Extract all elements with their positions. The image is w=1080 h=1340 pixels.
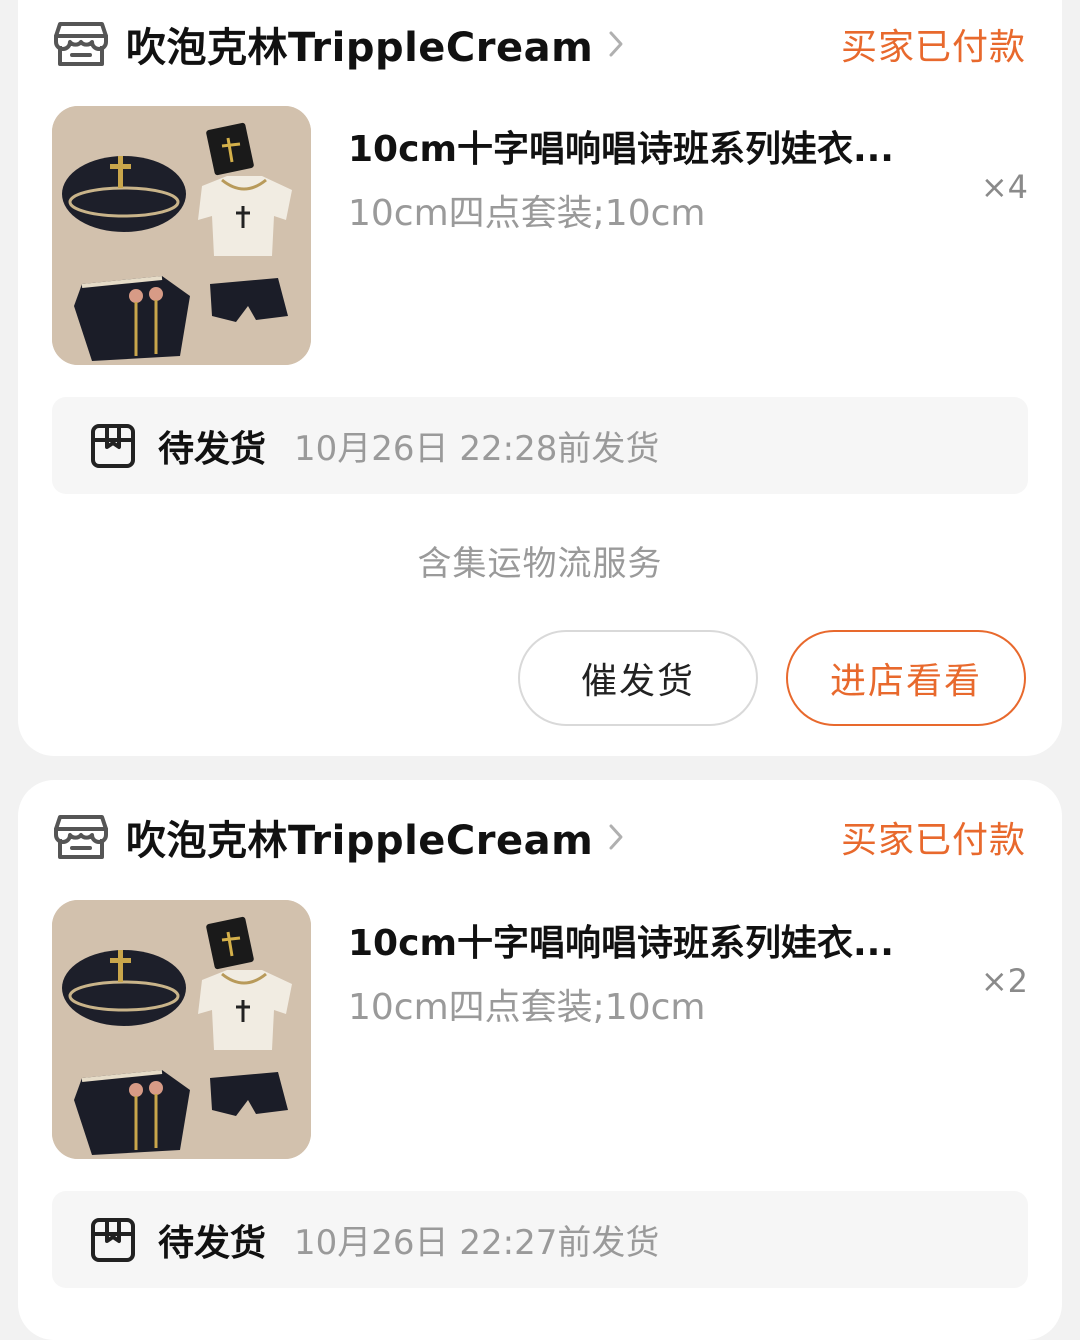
product-quantity: ×4 bbox=[980, 168, 1028, 206]
urge-shipping-button[interactable]: 催发货 bbox=[518, 630, 758, 726]
order-card[interactable]: 吹泡克林TrippleCream 买家已付款 10cm十字唱响唱诗班系列娃衣..… bbox=[18, 780, 1062, 1340]
product-thumbnail[interactable] bbox=[52, 900, 311, 1159]
order-status: 买家已付款 bbox=[840, 820, 1026, 861]
visit-store-button[interactable]: 进店看看 bbox=[786, 630, 1026, 726]
product-title[interactable]: 10cm十字唱响唱诗班系列娃衣... bbox=[348, 120, 908, 172]
ship-status: 待发货 bbox=[158, 428, 267, 470]
shop-header[interactable]: 吹泡克林TrippleCream 买家已付款 bbox=[54, 807, 1026, 867]
shop-name[interactable]: 吹泡克林TrippleCream bbox=[126, 808, 593, 866]
package-box-icon bbox=[88, 1215, 138, 1265]
product-title[interactable]: 10cm十字唱响唱诗班系列娃衣... bbox=[348, 914, 908, 966]
store-icon bbox=[54, 810, 108, 864]
product-spec: 10cm四点套装;10cm bbox=[348, 987, 706, 1028]
product-spec: 10cm四点套装;10cm bbox=[348, 193, 706, 234]
ship-deadline: 10月26日 22:28前发货 bbox=[294, 429, 660, 469]
order-card[interactable]: 吹泡克林TrippleCream 买家已付款 10cm十字唱响唱诗班系列娃衣..… bbox=[18, 0, 1062, 756]
package-box-icon bbox=[88, 421, 138, 471]
shop-name[interactable]: 吹泡克林TrippleCream bbox=[126, 15, 593, 73]
shipping-info: 待发货 10月26日 22:28前发货 bbox=[52, 397, 1028, 494]
chevron-right-icon bbox=[607, 28, 627, 60]
shop-header[interactable]: 吹泡克林TrippleCream 买家已付款 bbox=[54, 14, 1026, 74]
order-status: 买家已付款 bbox=[840, 27, 1026, 68]
chevron-right-icon bbox=[607, 821, 627, 853]
product-thumbnail[interactable] bbox=[52, 106, 311, 365]
store-icon bbox=[54, 17, 108, 71]
shipping-info: 待发货 10月26日 22:27前发货 bbox=[52, 1191, 1028, 1288]
ship-status: 待发货 bbox=[158, 1222, 267, 1264]
service-note: 含集运物流服务 bbox=[417, 544, 663, 584]
ship-deadline: 10月26日 22:27前发货 bbox=[294, 1223, 660, 1263]
product-quantity: ×2 bbox=[980, 962, 1028, 1000]
